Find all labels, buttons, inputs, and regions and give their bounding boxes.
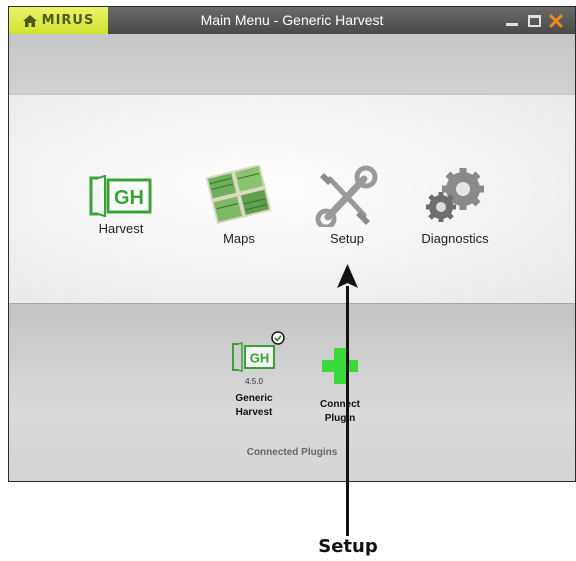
close-button[interactable] <box>547 12 565 29</box>
menu-label-maps: Maps <box>223 231 255 246</box>
callout-arrowhead <box>337 264 358 288</box>
generic-harvest-logo-icon: GH <box>89 175 152 217</box>
top-toolbar-area <box>9 34 575 95</box>
menu-label-harvest: Harvest <box>98 221 144 236</box>
plugin-name-line2: Harvest <box>235 407 273 418</box>
plugin-gh-logo-text: GH <box>250 351 270 366</box>
home-icon <box>22 14 37 27</box>
connected-plugins-label: Connected Plugins <box>246 447 338 458</box>
plugin-generic-harvest[interactable]: GH 4.5.0 Generic Harvest <box>219 331 289 420</box>
gears-icon <box>426 168 484 222</box>
menu-tile-harvest[interactable]: GH Harvest <box>71 175 171 236</box>
connect-plugin-label: Connect Plugin <box>305 398 375 426</box>
maximize-button[interactable] <box>526 12 542 29</box>
maximize-icon <box>527 14 541 27</box>
connected-check-icon <box>271 331 285 350</box>
plugin-version: 4.5.0 <box>245 377 263 386</box>
minimize-button[interactable] <box>504 12 520 29</box>
main-menu-window: Main Menu - Generic Harvest MIRUS GH Har… <box>8 6 576 482</box>
menu-label-setup: Setup <box>330 231 364 246</box>
menu-tile-diagnostics[interactable]: Diagnostics <box>405 165 505 246</box>
brand-name: MIRUS <box>41 13 95 28</box>
callout-arrow-line <box>346 286 349 536</box>
menu-tile-setup[interactable]: Setup <box>297 165 397 246</box>
mirus-home-button[interactable]: MIRUS <box>9 7 108 34</box>
gh-logo-text: GH <box>114 187 144 209</box>
plus-icon <box>322 348 358 384</box>
menu-label-diagnostics: Diagnostics <box>421 231 489 246</box>
connect-plugin-button[interactable]: Connect Plugin <box>305 334 375 426</box>
connect-plugin-line1: Connect <box>320 399 360 410</box>
title-bar: Main Menu - Generic Harvest MIRUS <box>9 7 575 34</box>
menu-tile-maps[interactable]: Maps <box>189 165 289 246</box>
connect-plugin-line2: Plugin <box>324 413 356 424</box>
plugin-name-line1: Generic <box>235 393 273 404</box>
minimize-icon <box>506 23 518 26</box>
wrench-screwdriver-icon <box>315 165 378 227</box>
main-menu-panel: GH Harvest Maps Setup Diagnostics <box>9 95 575 303</box>
maps-icon <box>205 165 272 225</box>
plugins-area: GH 4.5.0 Generic Harvest Connect Plugin … <box>9 304 575 481</box>
callout-label: Setup <box>318 536 378 557</box>
plugin-name: Generic Harvest <box>219 392 289 420</box>
close-icon <box>549 14 563 27</box>
